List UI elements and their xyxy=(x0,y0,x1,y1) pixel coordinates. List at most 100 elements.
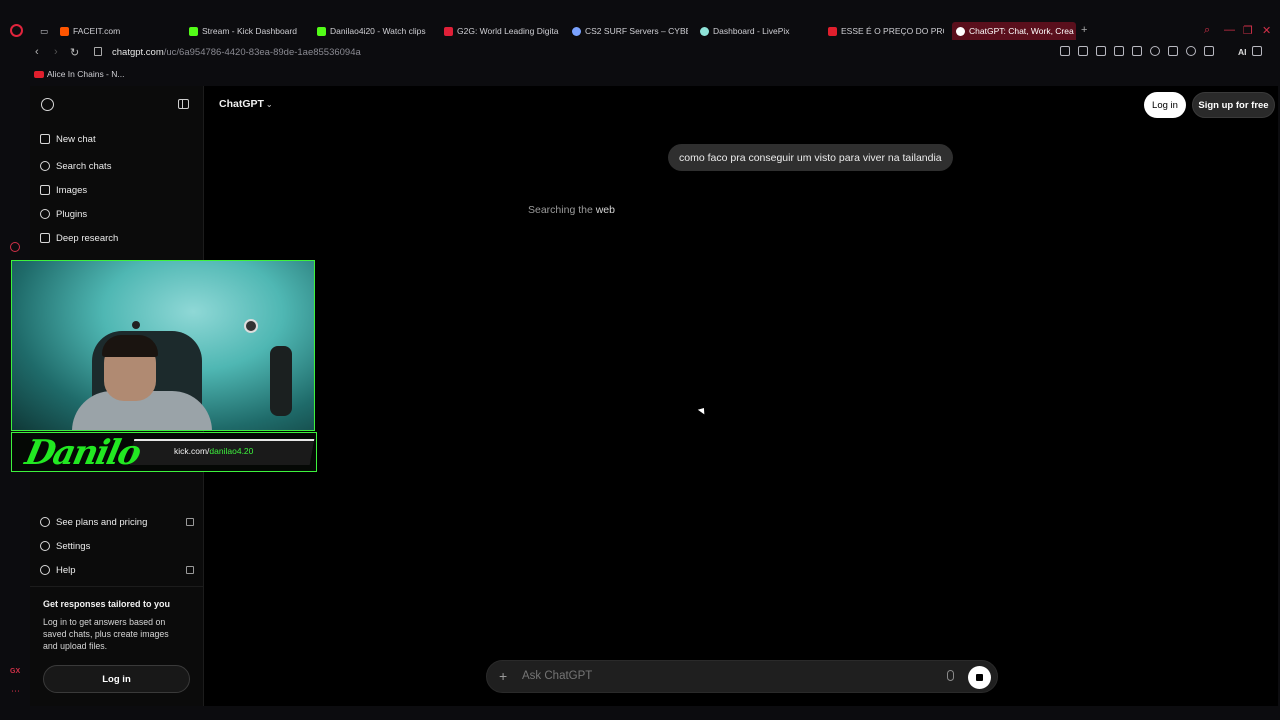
images-icon xyxy=(40,185,50,195)
tab-kick-dashboard[interactable]: Stream - Kick Dashboard xyxy=(189,22,307,40)
sidebar-item-help[interactable]: Help xyxy=(40,560,194,580)
model-name: ChatGPT xyxy=(219,98,264,110)
promo-login-button[interactable]: Log in xyxy=(43,665,190,693)
maximize-icon[interactable]: ❐ xyxy=(1243,24,1253,37)
kick-link-prefix: kick.com/ xyxy=(174,446,210,456)
opera-logo-icon[interactable] xyxy=(10,24,23,37)
sidebar-item-deep-research[interactable]: Deep research xyxy=(40,228,194,248)
menu-icon[interactable] xyxy=(1252,46,1262,56)
sidebar-item-new-chat[interactable]: New chat xyxy=(40,129,194,149)
search-tabs-icon[interactable]: ⌕ xyxy=(1204,24,1210,37)
tab-title: Dashboard - LivePix xyxy=(713,26,790,36)
help-icon xyxy=(40,565,50,575)
external-link-icon xyxy=(186,518,194,526)
mouse-cursor-icon xyxy=(697,405,708,415)
attach-plus-icon[interactable]: + xyxy=(499,668,507,684)
tab-title: ESSE É O PREÇO DO PROD xyxy=(841,26,944,36)
server-icon xyxy=(572,26,581,36)
sidebar-item-search-chats[interactable]: Search chats xyxy=(40,156,194,176)
sidebar-item-plans[interactable]: See plans and pricing xyxy=(40,512,194,532)
back-icon[interactable]: ‹ xyxy=(35,46,39,58)
extensions-icon[interactable] xyxy=(1168,46,1178,56)
translate-icon[interactable] xyxy=(1114,46,1124,56)
sidebar-item-images[interactable]: Images xyxy=(40,180,194,200)
search-status: Searching the web xyxy=(528,204,615,216)
mic-icon[interactable] xyxy=(947,670,954,681)
chevron-down-icon: ⌄ xyxy=(265,100,273,109)
ai-label[interactable]: AI xyxy=(1238,47,1247,57)
kick-link-user: danilao4.20 xyxy=(209,446,254,456)
external-link-icon xyxy=(186,566,194,574)
heart-icon[interactable] xyxy=(1150,46,1160,56)
tab-title: CS2 SURF Servers – CYBE xyxy=(585,26,688,36)
sidebar-item-label: Settings xyxy=(56,540,91,552)
profile-icon[interactable] xyxy=(1186,46,1196,56)
plugins-icon xyxy=(40,209,50,219)
youtube-icon xyxy=(34,70,44,78)
search-icon xyxy=(40,161,50,171)
shield-icon[interactable] xyxy=(1096,46,1106,56)
kick-link: kick.com/danilao4.20 xyxy=(174,446,253,456)
bookmark-alice-in-chains[interactable]: Alice In Chains - N... xyxy=(34,69,124,79)
tab-title: FACEIT.com xyxy=(73,26,121,36)
gx-label[interactable]: GX xyxy=(10,668,20,675)
plans-icon xyxy=(40,517,50,527)
minimize-icon[interactable]: — xyxy=(1224,24,1235,36)
lamp-icon xyxy=(244,319,258,333)
status-highlight: web xyxy=(595,204,615,216)
sidebar-item-plugins[interactable]: Plugins xyxy=(40,204,194,224)
tab-title: G2G: World Leading Digita xyxy=(457,26,559,36)
tab-kick-clips[interactable]: Danilao4i20 - Watch clips xyxy=(317,22,433,40)
tab-chatgpt[interactable]: ChatGPT: Chat, Work, Crea xyxy=(952,22,1076,40)
user-message-bubble: como faco pra conseguir um visto para vi… xyxy=(668,144,953,171)
stream-banner: Danilo kick.com/danilao4.20 xyxy=(11,432,317,472)
login-button[interactable]: Log in xyxy=(1144,92,1186,118)
sidebar-item-label: Deep research xyxy=(56,232,119,244)
guitar-shape xyxy=(270,346,292,416)
lock-icon[interactable] xyxy=(94,47,102,56)
tab-title: Stream - Kick Dashboard xyxy=(202,26,297,36)
snapshot-icon[interactable] xyxy=(1078,46,1088,56)
sidebar-toggle-icon[interactable] xyxy=(178,99,189,109)
send-icon[interactable] xyxy=(1132,46,1142,56)
tab-title: Danilao4i20 - Watch clips xyxy=(330,26,426,36)
faceit-icon xyxy=(60,26,69,36)
livepix-icon xyxy=(700,26,709,36)
sidebar-item-label: Images xyxy=(56,184,88,196)
model-selector[interactable]: ChatGPT ⌄ xyxy=(219,98,273,110)
tab-faceit[interactable]: FACEIT.com xyxy=(60,22,178,40)
youtube-icon xyxy=(828,26,837,36)
prompt-input[interactable] xyxy=(522,670,922,682)
promo-body: Log in to get answers based on saved cha… xyxy=(43,617,169,652)
extension-icons xyxy=(1060,46,1262,56)
lamp-icon xyxy=(132,321,140,329)
tab-switcher-icon[interactable]: ▭ xyxy=(40,22,48,40)
close-icon[interactable]: ✕ xyxy=(1262,24,1271,37)
chatgpt-icon xyxy=(956,26,965,36)
reload-icon[interactable]: ↻ xyxy=(70,46,79,59)
g2g-icon xyxy=(444,26,453,36)
download-icon[interactable] xyxy=(1204,46,1214,56)
tab-g2g[interactable]: G2G: World Leading Digita xyxy=(444,22,560,40)
more-icon[interactable]: ⋯ xyxy=(11,686,20,697)
tab-title: ChatGPT: Chat, Work, Crea xyxy=(969,26,1074,36)
streamer-logo: Danilo xyxy=(21,433,144,472)
address-bar[interactable]: chatgpt.com/uc/6a954786-4420-83ea-89de-1… xyxy=(112,47,361,58)
record-icon[interactable] xyxy=(10,242,20,252)
new-tab-plus-icon[interactable]: + xyxy=(1081,24,1087,36)
signup-button[interactable]: Sign up for free xyxy=(1192,92,1275,118)
sidebar-item-settings[interactable]: Settings xyxy=(40,536,194,556)
tab-livepix[interactable]: Dashboard - LivePix xyxy=(700,22,816,40)
sidebar-item-label: Search chats xyxy=(56,160,112,172)
promo-title: Get responses tailored to you xyxy=(43,599,171,609)
bookmark-icon[interactable] xyxy=(1060,46,1070,56)
openai-logo-icon[interactable] xyxy=(41,98,54,111)
stop-button[interactable] xyxy=(968,666,991,689)
tab-cs2-surf[interactable]: CS2 SURF Servers – CYBE xyxy=(572,22,688,40)
sidebar-item-label: Help xyxy=(56,564,76,576)
tab-youtube[interactable]: ESSE É O PREÇO DO PROD xyxy=(828,22,944,40)
forward-icon[interactable]: › xyxy=(54,46,58,58)
sidebar-item-label: Plugins xyxy=(56,208,88,220)
composer: + xyxy=(486,660,998,693)
url-path: /uc/6a954786-4420-83ea-89de-1ae85536094a xyxy=(163,47,361,58)
